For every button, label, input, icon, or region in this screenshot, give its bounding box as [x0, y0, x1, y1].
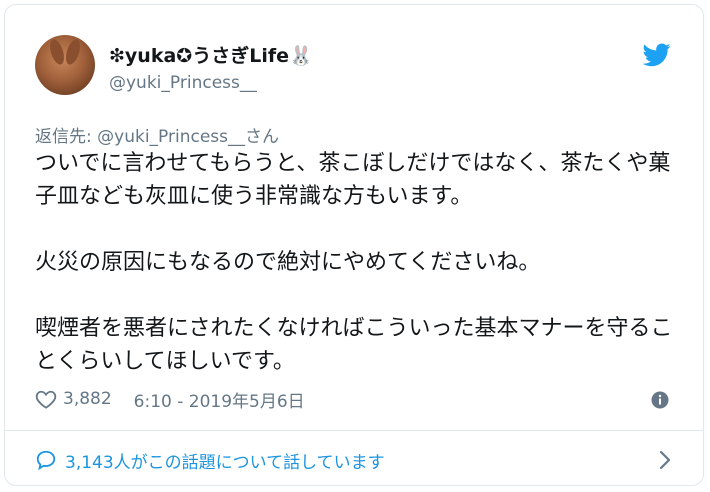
tweet-text: ついでに言わせてもらうと、茶こぼしだけではなく、茶たくや菓子皿なども灰皿に使う非…	[35, 151, 673, 374]
avatar[interactable]	[35, 35, 95, 95]
reply-prefix: 返信先:	[35, 127, 98, 147]
speech-bubble-icon	[36, 450, 56, 471]
chevron-right-icon[interactable]	[657, 449, 673, 471]
tweet-timestamp[interactable]: 6:10 - 2019年5月6日	[134, 387, 305, 412]
avatar-ear-right	[63, 37, 83, 67]
tweet-card: ❇yuka✪うさぎLife🐰 @yuki_Princess__ 返信先: @yu…	[4, 4, 704, 486]
user-handle[interactable]: @yuki_Princess__	[109, 73, 257, 93]
info-icon[interactable]	[651, 391, 669, 409]
conversation-count-label[interactable]: 3,143人がこの話題について話しています	[65, 448, 657, 473]
reply-context: 返信先: @yuki_Princess__さん	[35, 122, 279, 147]
reply-mention-link[interactable]: @yuki_Princess__	[97, 127, 245, 147]
display-name[interactable]: ❇yuka✪うさぎLife🐰	[109, 41, 313, 68]
tweet-meta: 3,882 6:10 - 2019年5月6日	[35, 387, 305, 412]
reply-suffix: さん	[245, 127, 280, 147]
avatar-ear-left	[47, 37, 67, 67]
like-count[interactable]: 3,882	[63, 389, 112, 409]
divider	[5, 430, 703, 431]
heart-icon[interactable]	[35, 389, 57, 409]
twitter-bird-icon[interactable]	[643, 43, 671, 67]
conversation-link[interactable]: 3,143人がこの話題について話しています	[35, 445, 673, 475]
